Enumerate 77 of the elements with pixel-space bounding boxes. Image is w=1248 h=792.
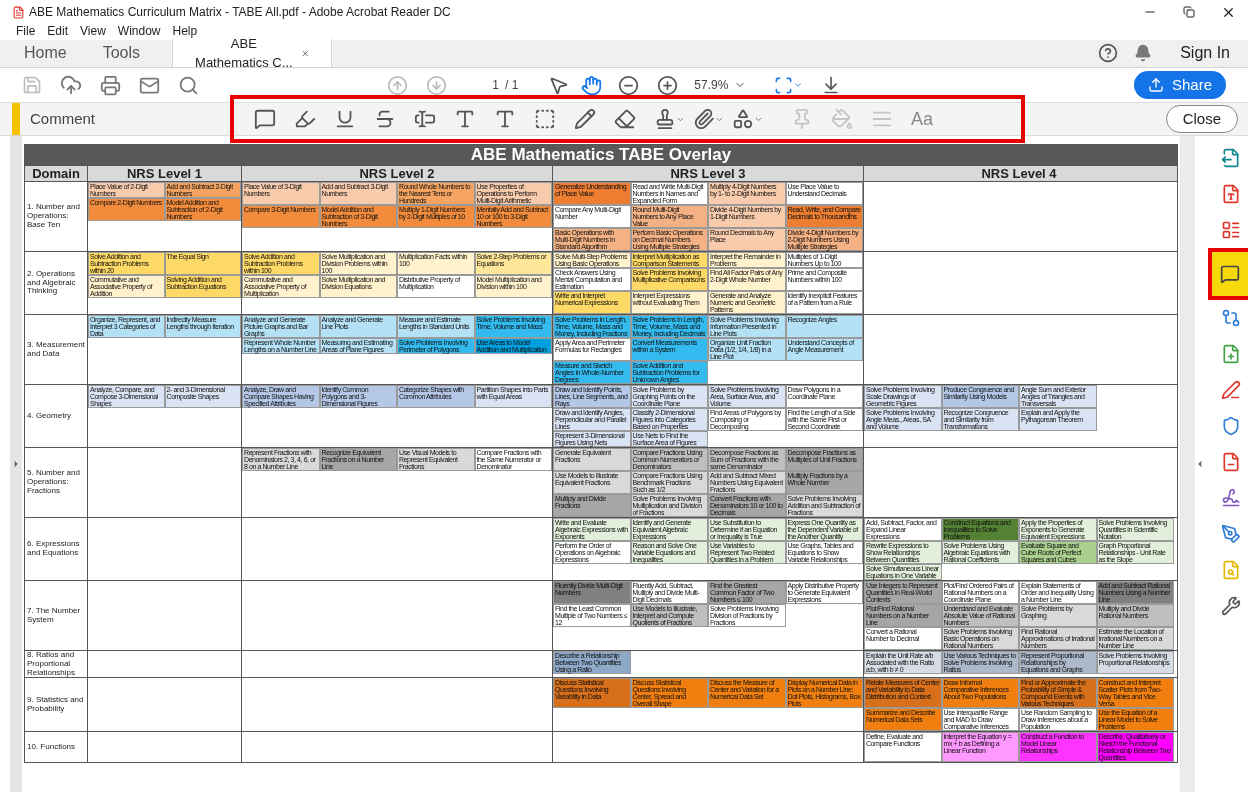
domain-cell-text: 5. Number and Operations: Fractions [26,467,81,497]
domain-cell-text: 3. Measurement and Data [26,338,86,360]
previous-page-icon[interactable] [387,74,408,96]
add-file-icon [1221,344,1241,364]
fit-page-icon[interactable] [774,75,794,95]
collapse-right-panel-icon[interactable] [1195,458,1205,470]
column-header: NRS Level 1 [87,166,241,181]
menu-item[interactable]: File [16,22,36,40]
domain-cell-text: 6. Expressions and Equations [26,538,81,559]
scrollbar[interactable] [1181,136,1195,792]
domain-cell-text: 7. The Number System [26,604,82,626]
fit-caret-icon[interactable] [793,80,804,90]
edit-pen-icon [1221,380,1241,400]
shield-icon [1221,416,1241,436]
table-title: ABE Mathematics TABE Overlay [25,145,1177,165]
domain-cell-text: 2. Operations and Algebraic Thinking [26,267,77,298]
file-icon [1221,452,1241,472]
column-header: NRS Level 3 [552,166,863,181]
domain-cell-text: 8. Ratios and Proportional Relationships [26,651,77,678]
signature-icon [1221,488,1241,508]
text-icon [494,108,516,130]
page-number-field[interactable]: 1 [469,76,499,94]
pdf-file-icon [12,5,25,19]
eraser-icon [614,108,636,130]
domain-cell-text: 10. Functions [26,741,77,753]
hand-icon [581,74,603,96]
next-page-icon[interactable] [426,74,447,96]
nav-tab[interactable]: Tools [90,39,153,67]
column-header: NRS Level 4 [863,166,1174,181]
paperclip-icon [693,108,715,130]
zoom-field[interactable]: 57.9% [694,76,735,94]
paint-bucket-icon [831,108,853,130]
print-icon[interactable] [100,74,121,96]
cloud-upload-icon[interactable] [60,74,82,96]
speech-bubble-icon [254,108,276,130]
underline-text-icon [334,108,356,130]
menu-item[interactable]: View [80,22,106,40]
comment-title: Comment [30,108,97,129]
wrench-icon [1221,596,1241,616]
pencil-icon [574,108,596,130]
restore-icon[interactable] [1183,6,1195,18]
stamp-icon [654,108,676,130]
compare-icon [1221,308,1241,328]
page-total: / 1 [505,77,519,94]
strikethrough-text-icon [374,108,396,130]
help-icon[interactable] [1098,43,1119,63]
menu-item[interactable]: Edit [47,22,69,40]
share-icon [1147,77,1164,93]
shapes-icon [732,108,754,130]
create-pdf-icon [1221,184,1241,204]
comment-icon [1220,264,1240,284]
nav-tab[interactable]: ABE Mathematics C... [172,39,333,67]
zoom-in-icon[interactable] [657,74,679,96]
sign-pen-icon [1221,524,1241,544]
search-icon[interactable] [178,74,199,96]
expand-left-panel-icon[interactable] [11,458,21,470]
bell-icon[interactable] [1134,44,1153,62]
domain-cell-text: 4. Geometry [26,409,72,422]
close-button[interactable]: Close [1165,105,1238,133]
nav-tab[interactable]: Home [12,39,79,67]
highlighter-icon [294,108,316,130]
column-header: Domain [31,166,81,181]
column-header: NRS Level 2 [241,166,552,181]
export-file-icon [1221,148,1241,168]
organize-pages-icon [1221,220,1241,240]
share-button[interactable]: Share [1133,71,1226,99]
file-search-icon [1221,560,1241,580]
domain-cell-text: 1. Number and Operations: Base Ten [26,201,81,231]
domain-cell-text: 9. Statistics and Probability [26,694,85,715]
zoom-out-icon[interactable] [618,74,640,96]
text-box-icon [534,108,556,130]
sign-in-button[interactable]: Sign In [1180,41,1230,65]
menu-item[interactable]: Window [117,22,161,40]
replace-text-icon [414,108,436,130]
menu-item[interactable]: Help [172,22,198,40]
comment-accent-bar [12,103,20,135]
window-title: ABE Mathematics Curriculum Matrix - TABE All.pdf - Adobe Acrobat Reader DC [29,4,451,21]
